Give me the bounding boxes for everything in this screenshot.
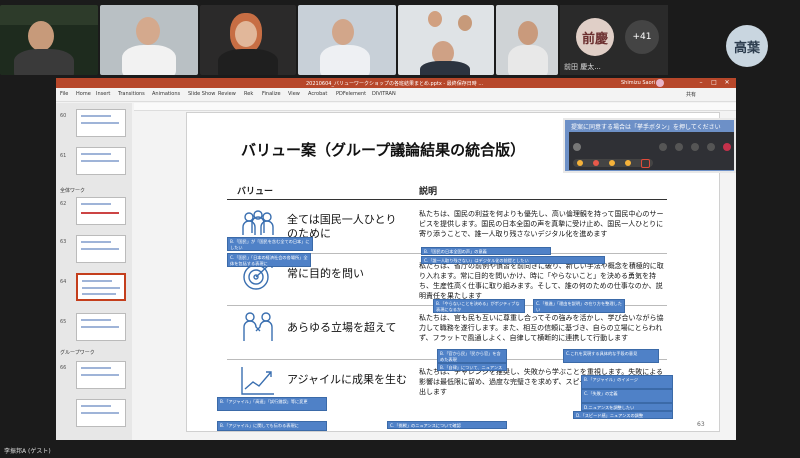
tab-view[interactable]: View — [288, 91, 300, 97]
value-title: アジャイルに成果を生む — [287, 373, 408, 386]
user-name: Shimizu Saori — [621, 80, 656, 86]
avatar[interactable]: 高葉 — [726, 25, 768, 67]
share-button[interactable]: 共有 — [686, 91, 696, 98]
column-header-description: 説明 — [419, 187, 438, 197]
thumb-number: 64 — [60, 279, 67, 285]
tab-slideshow[interactable]: Slide Show — [188, 91, 215, 97]
comment-note[interactable]: C.「誰一人取り残さない」はデジタル化の前提としたい — [421, 256, 605, 264]
tab-divitran[interactable]: DIVITRAN — [372, 91, 396, 97]
section-label[interactable]: グループワーク — [60, 349, 95, 356]
section-label[interactable]: 全体ワーク — [60, 187, 85, 194]
comment-note[interactable]: C.「国民」「日本の経済社会の各場所」全体を包括する表現に — [227, 253, 311, 267]
value-description: 私たちは、省庁の前例や慣習を前向きに破り、新しい手法や概念を積極的に取り入れます… — [419, 262, 664, 300]
avatar: 前慶 — [576, 18, 614, 56]
tab-pdfelement[interactable]: PDFelement — [336, 91, 366, 97]
self-status-bar: 李振邦A (ゲスト) — [0, 441, 800, 458]
raise-hand-icon[interactable] — [641, 159, 650, 168]
slide-thumbnail[interactable] — [76, 313, 126, 341]
reaction-panel: 提案に同意する場合は「挙手ボタン」を押してください — [563, 118, 736, 173]
slide-thumbnail[interactable] — [76, 235, 126, 263]
participant-video-4[interactable] — [298, 5, 396, 75]
tab-animations[interactable]: Animations — [152, 91, 180, 97]
meeting-controls — [569, 132, 734, 170]
microphone-icon[interactable] — [707, 143, 715, 151]
comment-note[interactable]: B.「官から民」「民から官」を含めた表現 — [437, 349, 507, 363]
tab-finalize[interactable]: Finalize — [262, 91, 281, 97]
tab-acrobat[interactable]: Acrobat — [308, 91, 327, 97]
column-header-value: バリュー — [237, 187, 274, 197]
title-bar: 20210604_バリューワークショップの各班結果まとめ.pptx - 最終保存… — [56, 78, 736, 88]
comment-note[interactable]: B.「アジャイル」に関しても伝わる表現に — [217, 421, 327, 431]
thumb-number: 61 — [60, 153, 67, 159]
leave-call-icon[interactable] — [723, 143, 731, 151]
comment-note[interactable]: B.「やらないことを決める」がポジティブな表現になるか — [433, 299, 525, 313]
slide-thumbnail[interactable] — [76, 197, 126, 225]
page-number: 63 — [697, 421, 705, 428]
tab-file[interactable]: File — [60, 91, 68, 97]
comment-note[interactable]: C.「挑戦」のニュアンスについて確認 — [387, 421, 507, 429]
more-participants-button[interactable]: +41 — [625, 20, 659, 54]
heart-icon[interactable] — [593, 160, 599, 166]
chat-icon[interactable] — [573, 143, 581, 151]
comment-note[interactable]: D.「スピード感」ニュアンスの調整 — [573, 411, 673, 419]
comment-note[interactable]: B.「国民の日本全国の声」の意義 — [421, 247, 551, 255]
slide-title: バリュー案（グループ議論結果の統合版） — [241, 141, 526, 159]
camera-icon[interactable] — [691, 143, 699, 151]
like-icon[interactable] — [577, 160, 583, 166]
close-icon[interactable]: ✕ — [722, 79, 732, 87]
participant-name: 前田 慶太... — [564, 63, 601, 71]
value-description: 私たちは、国民の利益を何よりも優先し、高い倫理観を持って国民中心のサービスを提供… — [419, 210, 664, 238]
ruler — [134, 103, 736, 111]
applause-icon[interactable] — [609, 160, 615, 166]
handshake-icon — [243, 312, 273, 341]
participant-strip: 前慶 前田 慶太... +41 高葉 — [0, 0, 800, 78]
tab-transitions[interactable]: Transitions — [118, 91, 145, 97]
participant-video-2[interactable] — [100, 5, 198, 75]
tab-insert[interactable]: Insert — [96, 91, 110, 97]
minimize-icon[interactable]: – — [696, 79, 706, 87]
thumb-number: 60 — [60, 113, 67, 119]
participant-video-1[interactable] — [0, 5, 98, 75]
comment-note[interactable]: B.「国民」が「国民を含む全ての日本」にしたい — [227, 237, 313, 251]
comment-note[interactable]: B.「アジャイル」「高速」「試行錯誤」等に変更 — [217, 397, 327, 411]
meeting-window: 前慶 前田 慶太... +41 高葉 20210604_バリューワークショップの… — [0, 0, 800, 458]
comment-note[interactable]: D.ニュアンスを調整したい — [581, 403, 673, 411]
slide-thumbnail-selected[interactable] — [76, 273, 126, 301]
comment-note[interactable]: C.「推進」「理由を説明」の在り方を整理したい — [533, 299, 625, 313]
avatar[interactable] — [656, 79, 664, 87]
participant-video-6[interactable] — [496, 5, 558, 75]
thumb-number: 66 — [60, 365, 67, 371]
thumb-number: 63 — [60, 239, 67, 245]
comment-note[interactable]: C.これを実現する具体的な手段の意見 — [563, 349, 659, 363]
thumb-number: 62 — [60, 201, 67, 207]
thumb-number: 65 — [60, 319, 67, 325]
slide-thumbnails: 60 61 全体ワーク 62 63 64 65 グループワーク 66 — [56, 103, 132, 440]
header-divider — [227, 199, 667, 200]
tab-rek[interactable]: Rek — [244, 91, 253, 97]
slide-thumbnail[interactable] — [76, 361, 126, 389]
value-description: 私たちは、官も民も互いに尊重し合ってその強みを活かし、学び合いながら協力して職務… — [419, 314, 664, 342]
comment-note[interactable]: B.「自律」について、ニュアンスを確認 — [437, 363, 507, 371]
value-title: あらゆる立場を超えて — [287, 321, 397, 334]
comment-note[interactable]: B.「アジャイル」のイメージ — [581, 375, 673, 389]
tab-review[interactable]: Review — [218, 91, 236, 97]
tab-home[interactable]: Home — [76, 91, 91, 97]
growth-chart-icon — [241, 367, 274, 395]
maximize-icon[interactable]: □ — [709, 79, 719, 87]
people-icon[interactable] — [659, 143, 667, 151]
reaction-prompt: 提案に同意する場合は「挙手ボタン」を押してください — [571, 124, 721, 131]
comment-note[interactable]: C.「失敗」の定義 — [581, 389, 673, 403]
participant-video-5[interactable] — [398, 5, 494, 75]
slide-thumbnail[interactable] — [76, 109, 126, 137]
slide-thumbnail[interactable] — [76, 399, 126, 427]
self-name: 李振邦A (ゲスト) — [4, 448, 51, 455]
participant-video-3[interactable] — [200, 5, 296, 75]
window-title: 20210604_バリューワークショップの各班結果まとめ.pptx - 最終保存… — [306, 81, 484, 87]
value-title: 常に目的を問い — [287, 267, 364, 280]
slide-thumbnail[interactable] — [76, 147, 126, 175]
ribbon-tabs: File Home Insert Transitions Animations … — [56, 88, 736, 102]
more-icon[interactable] — [675, 143, 683, 151]
laugh-icon[interactable] — [625, 160, 631, 166]
